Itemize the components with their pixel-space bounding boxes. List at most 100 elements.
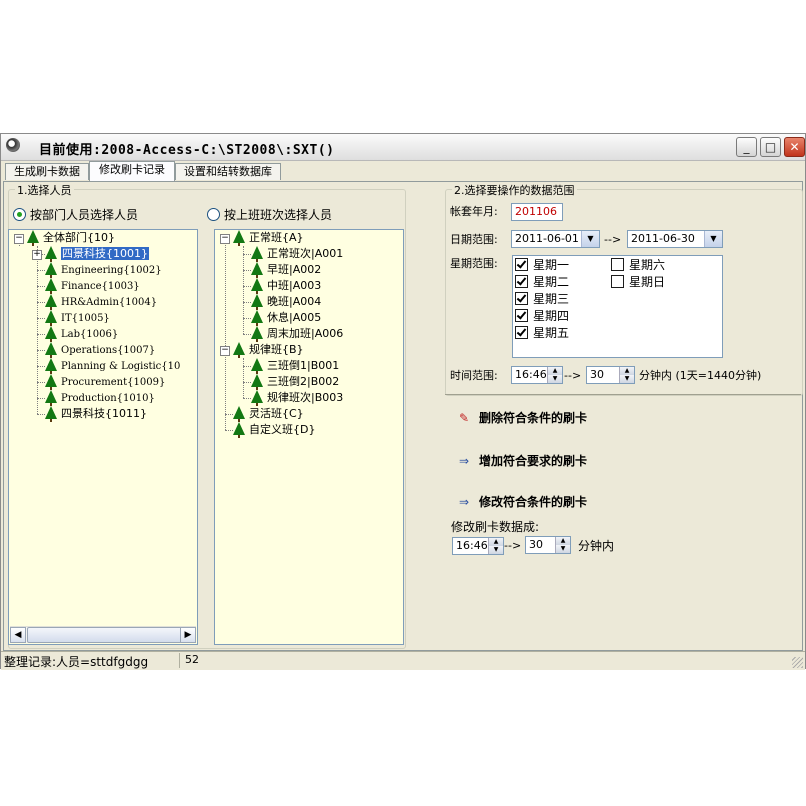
tree-node-label: 三班倒1|B001 (267, 359, 340, 372)
checkbox-checked-icon (515, 275, 528, 288)
tree-node-dept[interactable]: Lab{1006} (45, 326, 118, 342)
weekday-thu-checkbox[interactable]: 星期四 (515, 308, 569, 325)
scroll-thumb[interactable] (27, 627, 187, 643)
time-minutes-input[interactable]: 30 ▲ ▼ (586, 366, 635, 384)
checkbox-empty-icon (611, 275, 624, 288)
tree-node-shift[interactable]: 晚班|A004 (251, 294, 321, 310)
tree-node-label: 周末加班|A006 (267, 327, 344, 340)
maximize-button[interactable]: □ (760, 137, 781, 157)
expand-toggle-icon[interactable]: + (32, 250, 42, 260)
tree-node-shift[interactable]: 正常班次|A001 (251, 246, 343, 262)
tab-settings[interactable]: 设置和结转数据库 (175, 163, 281, 180)
tree-node-dept[interactable]: IT{1005} (45, 310, 110, 326)
collapse-toggle-icon[interactable]: − (14, 234, 24, 244)
horizontal-scrollbar[interactable]: ◀ ▶ (10, 626, 196, 643)
tree-node-shift[interactable]: 三班倒2|B002 (251, 374, 339, 390)
account-input[interactable]: 201106 (511, 203, 563, 221)
weekday-fri-checkbox[interactable]: 星期五 (515, 325, 569, 342)
weekday-wed-checkbox[interactable]: 星期三 (515, 291, 569, 308)
tree-node-label: 灵活班{C} (249, 407, 304, 420)
scroll-right-icon[interactable]: ▶ (180, 627, 196, 643)
date-from-select[interactable]: 2011-06-01 ▼ (511, 230, 600, 248)
tree-node-shift-group[interactable]: 正常班{A} (233, 230, 304, 246)
spin-down-icon[interactable]: ▼ (547, 375, 562, 383)
spin-up-icon[interactable]: ▲ (555, 537, 570, 545)
tree-node-shift[interactable]: 早班|A002 (251, 262, 321, 278)
title-bar[interactable]: 目前使用:2008-Access-C:\ST2008\:SXT() _ □ ✕ (1, 134, 805, 161)
radio-by-shift[interactable]: 按上班班次选择人员 (207, 205, 332, 225)
tree-node-label: 规律班{B} (249, 343, 304, 356)
shift-tree[interactable]: − 正常班{A} 正常班次|A001 早班|A002 中班|A003 晚班|A0… (214, 229, 404, 645)
tree-node-dept[interactable]: Planning & Logistic{10 (45, 358, 180, 374)
tree-icon (45, 374, 57, 390)
modify-label: 修改符合条件的刷卡 (479, 495, 588, 509)
minimize-button[interactable]: _ (736, 137, 757, 157)
tree-node-dept[interactable]: Finance{1003} (45, 278, 140, 294)
tab-modify[interactable]: 修改刷卡记录 (89, 161, 175, 181)
spin-up-icon[interactable]: ▲ (488, 538, 503, 546)
tree-node-shift[interactable]: 周末加班|A006 (251, 326, 343, 342)
tree-node-label: Procurement{1009} (61, 377, 166, 388)
resize-grip-icon[interactable] (792, 657, 803, 668)
spin-down-icon[interactable]: ▼ (555, 545, 570, 553)
collapse-toggle-icon[interactable]: − (220, 234, 230, 244)
close-button[interactable]: ✕ (784, 137, 805, 157)
tab-generate[interactable]: 生成刷卡数据 (5, 163, 89, 180)
scroll-left-icon[interactable]: ◀ (10, 627, 26, 643)
modify-minutes-input[interactable]: 30 ▲ ▼ (525, 536, 571, 554)
weekday-mon-checkbox[interactable]: 星期一 (515, 257, 569, 274)
spin-down-icon[interactable]: ▼ (619, 375, 634, 383)
tree-node-dept[interactable]: 四景科技{1001} (45, 246, 149, 262)
tree-node-dept[interactable]: Engineering{1002} (45, 262, 162, 278)
tree-node-dept[interactable]: Procurement{1009} (45, 374, 165, 390)
tree-icon (45, 326, 57, 342)
time-range-label: 时间范围: (450, 369, 498, 382)
delete-matching-button[interactable]: ✎ 删除符合条件的刷卡 (459, 410, 587, 426)
weekday-sat-checkbox[interactable]: 星期六 (611, 257, 665, 274)
tree-icon (27, 230, 39, 246)
spin-up-icon[interactable]: ▲ (547, 367, 562, 375)
window-title: 目前使用:2008-Access-C:\ST2008\:SXT() (39, 143, 335, 158)
tree-node-label: 自定义班{D} (249, 423, 316, 436)
weekday-tue-checkbox[interactable]: 星期二 (515, 274, 569, 291)
tree-node-label: Planning & Logistic{10 (61, 361, 181, 372)
tree-node-shift[interactable]: 中班|A003 (251, 278, 321, 294)
arrow-right-icon: ⇒ (459, 454, 470, 468)
modify-time-input[interactable]: 16:46 ▲ ▼ (452, 537, 504, 555)
weekday-list[interactable]: 星期一 星期二 星期三 星期四 星期五 星期六 星期日 (512, 255, 723, 358)
tree-icon (45, 342, 57, 358)
tree-node-shift-group[interactable]: 规律班{B} (233, 342, 304, 358)
spin-down-icon[interactable]: ▼ (488, 546, 503, 554)
tree-node-dept[interactable]: HR&Admin{1004} (45, 294, 157, 310)
radio-by-dept[interactable]: 按部门人员选择人员 (13, 205, 138, 225)
chevron-down-icon[interactable]: ▼ (704, 231, 722, 247)
tree-node-root[interactable]: 全体部门{10} (27, 230, 115, 246)
weekday-sun-checkbox[interactable]: 星期日 (611, 274, 665, 291)
modify-matching-button[interactable]: ⇒ 修改符合条件的刷卡 (459, 494, 587, 510)
tree-node-dept[interactable]: Operations{1007} (45, 342, 155, 358)
tree-node-dept[interactable]: Production{1010} (45, 390, 155, 406)
add-matching-button[interactable]: ⇒ 增加符合要求的刷卡 (459, 453, 587, 469)
date-to-select[interactable]: 2011-06-30 ▼ (627, 230, 723, 248)
tree-node-shift-group[interactable]: 自定义班{D} (233, 422, 315, 438)
spin-up-icon[interactable]: ▲ (619, 367, 634, 375)
tree-icon (233, 406, 245, 422)
tab-panel: 1.选择人员 按部门人员选择人员 按上班班次选择人员 − 全体部门{10} + (3, 181, 803, 651)
radio-by-shift-label: 按上班班次选择人员 (224, 208, 333, 222)
tree-node-shift[interactable]: 三班倒1|B001 (251, 358, 339, 374)
chevron-down-icon[interactable]: ▼ (581, 231, 599, 247)
tree-icon (45, 262, 57, 278)
status-divider (179, 653, 180, 668)
delete-icon: ✎ (459, 411, 470, 425)
tree-node-dept[interactable]: 四景科技{1011} (45, 406, 147, 422)
tree-node-shift[interactable]: 休息|A005 (251, 310, 321, 326)
weekday-range-label: 星期范围: (450, 257, 498, 270)
collapse-toggle-icon[interactable]: − (220, 346, 230, 356)
tree-node-shift[interactable]: 规律班次|B003 (251, 390, 343, 406)
tree-node-shift-group[interactable]: 灵活班{C} (233, 406, 304, 422)
time-from-input[interactable]: 16:46 ▲ ▼ (511, 366, 563, 384)
tree-node-label: 四景科技{1001} (61, 247, 149, 260)
tree-icon (251, 310, 263, 326)
tree-node-label: Production{1010} (61, 393, 155, 404)
department-tree[interactable]: − 全体部门{10} + 四景科技{1001} Engineering{1002… (8, 229, 198, 645)
